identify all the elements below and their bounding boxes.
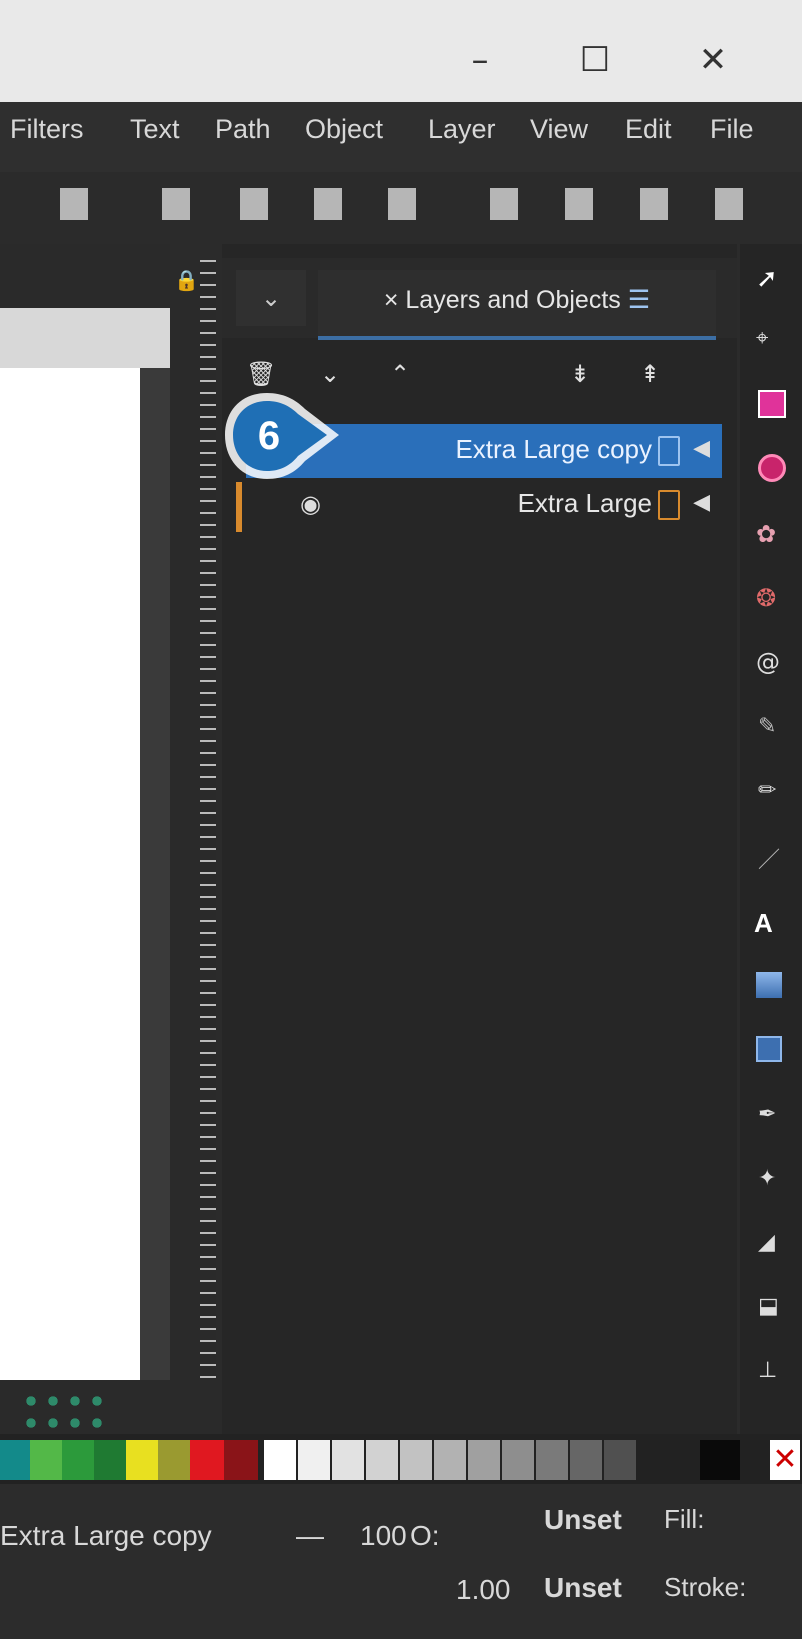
lower-icon[interactable] xyxy=(388,188,416,220)
fill-label: Fill: xyxy=(664,1504,705,1534)
menu-object[interactable]: Object xyxy=(305,114,383,145)
add-layer-icon[interactable]: ⇞ xyxy=(640,360,660,388)
eraser-tool-icon[interactable]: ⊥ xyxy=(758,1358,790,1390)
star-tool-icon[interactable]: ✿ xyxy=(756,520,788,552)
lock-icon[interactable]: 🔒 xyxy=(174,268,199,292)
canvas-page[interactable] xyxy=(0,368,140,1434)
swatch-gray-10[interactable] xyxy=(604,1440,636,1480)
tab-label: Layers and Objects xyxy=(405,286,621,314)
menu-edit[interactable]: Edit xyxy=(625,114,672,145)
paint-bucket-tool-icon[interactable]: ✦ xyxy=(758,1166,790,1198)
swatch-green-dark[interactable] xyxy=(94,1440,126,1480)
horizontal-ruler xyxy=(0,244,170,308)
step-number: 6 xyxy=(258,414,280,458)
stroke-label: Stroke: xyxy=(664,1572,747,1602)
calligraphy-tool-icon[interactable]: ／ xyxy=(758,842,790,874)
swatch-gray-1[interactable] xyxy=(298,1440,330,1480)
step-callout-badge: 6 xyxy=(225,393,339,479)
delete-icon[interactable]: 🗑 xyxy=(246,360,276,388)
fill-value[interactable]: Unset xyxy=(544,1504,622,1536)
title-bar: – ☐ ✕ xyxy=(0,0,802,102)
menu-filters[interactable]: Filters xyxy=(10,114,84,145)
rectangle-tool-icon[interactable] xyxy=(758,390,786,418)
toolbox: ➚ ⌖ ✿ ❂ @ ✎ ✏ ／ A ✒ ✦ ◢ ⬓ ⊥ xyxy=(740,244,802,1434)
node-tool-icon[interactable]: ⌖ xyxy=(756,326,788,358)
menu-layer[interactable]: Layer xyxy=(428,114,496,145)
document-icon xyxy=(658,490,680,520)
flip-horizontal-icon[interactable] xyxy=(162,188,190,220)
menu-bar: Filters Text Path Object Layer View Edit… xyxy=(0,102,802,172)
status-bar: Extra Large copy — 100 O: 1.00 Unset Uns… xyxy=(0,1484,802,1639)
swatch-yellow[interactable] xyxy=(126,1440,158,1480)
layer-color-tag xyxy=(236,482,242,532)
bezier-tool-icon[interactable]: ✎ xyxy=(758,714,790,746)
ellipse-tool-icon[interactable] xyxy=(758,454,786,482)
opacity-suffix: O: xyxy=(410,1520,440,1551)
move-down-icon[interactable]: ⌄ xyxy=(320,360,340,388)
text-tool-icon[interactable]: A xyxy=(754,908,786,940)
pencil-tool-icon[interactable]: ✏ xyxy=(758,778,790,810)
swatch-gray-3[interactable] xyxy=(366,1440,398,1480)
menu-file[interactable]: File xyxy=(710,114,754,145)
3d-box-tool-icon[interactable]: ❂ xyxy=(756,584,788,616)
menu-view[interactable]: View xyxy=(530,114,588,145)
stroke-value[interactable]: Unset xyxy=(544,1572,622,1604)
opacity-value[interactable]: 100 xyxy=(360,1520,407,1552)
expand-arrow-icon[interactable]: ◀ xyxy=(693,490,710,515)
vertical-ruler xyxy=(170,260,216,1438)
document-icon xyxy=(658,436,680,466)
swatch-white[interactable] xyxy=(264,1440,296,1480)
swatch-olive[interactable] xyxy=(158,1440,190,1480)
selector-tool-icon[interactable]: ➚ xyxy=(756,264,788,296)
flip-vertical-icon[interactable] xyxy=(240,188,268,220)
swatch-pattern xyxy=(20,1390,110,1430)
close-icon[interactable]: ✕ xyxy=(683,40,743,80)
align-icon[interactable] xyxy=(60,188,88,220)
snap-icon[interactable] xyxy=(715,188,743,220)
layer-label: Extra Large xyxy=(517,488,652,518)
stroke-width-value[interactable]: 1.00 xyxy=(456,1574,511,1606)
swatch-black[interactable] xyxy=(700,1440,740,1480)
swatch-gray-5[interactable] xyxy=(434,1440,466,1480)
dropper-tool-icon[interactable]: ✒ xyxy=(758,1102,790,1134)
mesh-tool-icon[interactable] xyxy=(756,1036,782,1062)
canvas-margin xyxy=(0,308,170,368)
no-paint-icon[interactable]: ✕ xyxy=(770,1440,800,1480)
swatch-dark-red[interactable] xyxy=(224,1440,258,1480)
menu-lines-icon[interactable]: ☰ xyxy=(628,286,650,314)
swatch-red[interactable] xyxy=(190,1440,224,1480)
swatch-area xyxy=(0,1380,222,1436)
swatch-teal[interactable] xyxy=(0,1440,30,1480)
swatch-gray-2[interactable] xyxy=(332,1440,364,1480)
collapse-all-icon[interactable]: ⇟ xyxy=(570,360,590,388)
command-toolbar xyxy=(0,172,802,244)
minimize-icon[interactable]: – xyxy=(450,40,510,80)
spiral-tool-icon[interactable]: @ xyxy=(756,648,788,680)
group-icon[interactable] xyxy=(490,188,518,220)
menu-text[interactable]: Text xyxy=(130,114,180,145)
opacity-slider-icon[interactable]: — xyxy=(296,1520,324,1552)
raise-icon[interactable] xyxy=(314,188,342,220)
tab-layers-objects[interactable]: × Layers and Objects ☰ xyxy=(318,270,716,340)
maximize-icon[interactable]: ☐ xyxy=(565,40,625,80)
tweak-tool-icon[interactable]: ◢ xyxy=(758,1230,790,1262)
spray-tool-icon[interactable]: ⬓ xyxy=(758,1294,790,1326)
swatch-gray-9[interactable] xyxy=(570,1440,602,1480)
selected-object-name: Extra Large copy xyxy=(0,1520,212,1551)
chevron-down-icon[interactable]: ⌄ xyxy=(236,270,306,326)
swatch-gray-8[interactable] xyxy=(536,1440,568,1480)
layer-label: Extra Large copy xyxy=(455,434,652,464)
close-tab-icon[interactable]: × xyxy=(384,286,399,314)
select-all-icon[interactable] xyxy=(640,188,668,220)
menu-path[interactable]: Path xyxy=(215,114,271,145)
swatch-green[interactable] xyxy=(62,1440,94,1480)
swatch-green-light[interactable] xyxy=(30,1440,62,1480)
ungroup-icon[interactable] xyxy=(565,188,593,220)
move-up-icon[interactable]: ⌃ xyxy=(390,360,410,388)
swatch-gray-4[interactable] xyxy=(400,1440,432,1480)
expand-arrow-icon[interactable]: ◀ xyxy=(693,436,710,461)
swatch-gray-7[interactable] xyxy=(502,1440,534,1480)
swatch-gray-6[interactable] xyxy=(468,1440,500,1480)
gradient-tool-icon[interactable] xyxy=(756,972,782,998)
